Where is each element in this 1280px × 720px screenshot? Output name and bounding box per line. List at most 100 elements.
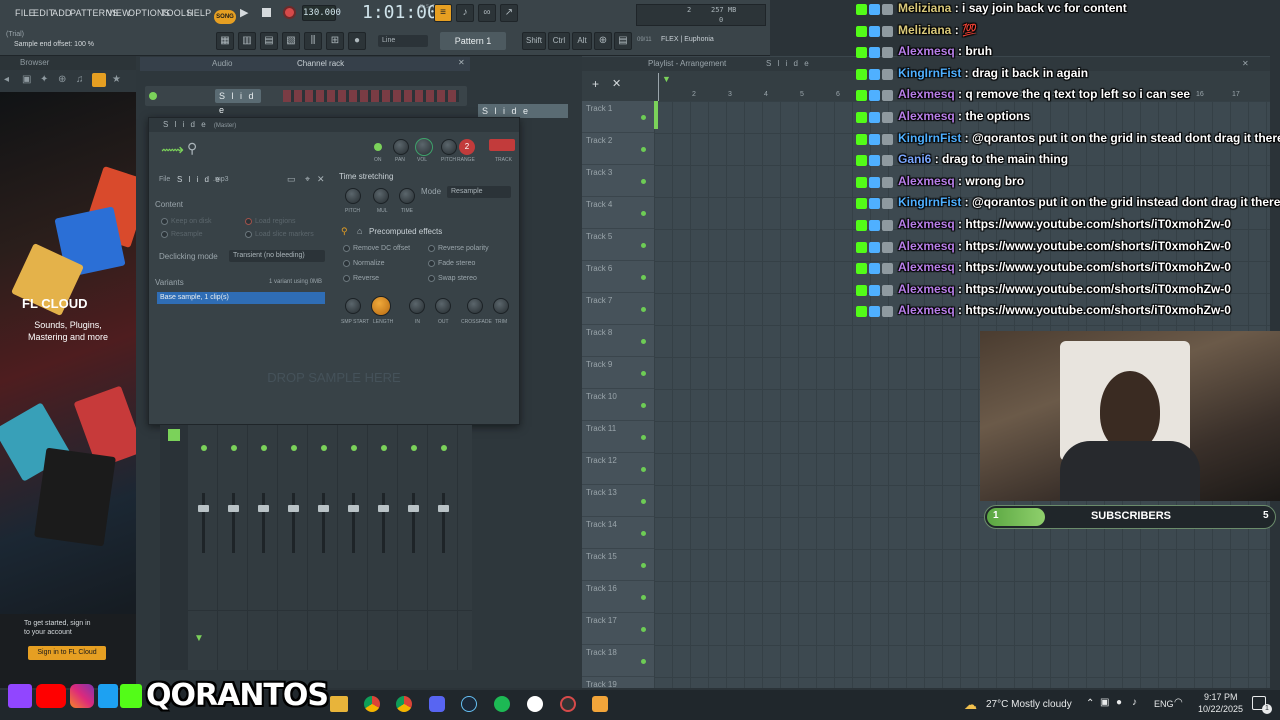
normalize-toggle[interactable] <box>343 260 350 267</box>
fader-handle[interactable] <box>288 505 299 512</box>
chat-username-text[interactable]: Gani6 <box>898 152 931 166</box>
load-slice-markers-toggle[interactable] <box>245 231 252 238</box>
track-header[interactable]: Track 12 <box>582 453 654 485</box>
tray-chevron-icon[interactable]: ⌃ <box>1086 698 1094 709</box>
pitch-knob[interactable] <box>441 139 457 155</box>
track-mute-led[interactable] <box>641 211 646 216</box>
chat-username-text[interactable]: Alexmesq <box>898 174 955 188</box>
chat-username-text[interactable]: Alexmesq <box>898 239 955 253</box>
strip-led[interactable] <box>321 445 327 451</box>
mixer-icon[interactable]: ⫼ <box>304 32 322 50</box>
track-header[interactable]: Track 16 <box>582 581 654 613</box>
ruler-bar-number[interactable]: 6 <box>836 91 840 98</box>
fader-handle[interactable] <box>198 505 209 512</box>
clock-time[interactable]: 9:17 PM <box>1204 692 1238 702</box>
plugins-icon[interactable]: ⊕ <box>58 74 66 85</box>
in-knob[interactable] <box>409 298 425 314</box>
declicking-select[interactable]: Transient (no bleeding) <box>229 250 325 262</box>
obs-icon[interactable] <box>560 696 576 712</box>
chat-username-text[interactable]: Alexmesq <box>898 217 955 231</box>
mixer-strip[interactable] <box>220 425 248 670</box>
browser-icon[interactable]: ▦ <box>216 32 234 50</box>
fader-handle[interactable] <box>258 505 269 512</box>
locate-icon[interactable]: ⌖ <box>305 174 310 185</box>
clock-date[interactable]: 10/22/2025 <box>1198 704 1243 714</box>
discord-icon[interactable] <box>429 696 445 712</box>
mixer-strip[interactable] <box>280 425 308 670</box>
youtube-icon[interactable] <box>36 684 66 708</box>
out-knob[interactable] <box>435 298 451 314</box>
track-header[interactable]: Track 4 <box>582 197 654 229</box>
track-header[interactable]: Track 1 <box>582 101 654 133</box>
channel-rack-icon[interactable]: ▥ <box>238 32 256 50</box>
track-header[interactable]: Track 18 <box>582 645 654 677</box>
arrow-down-icon[interactable]: ▼ <box>194 633 204 644</box>
sounds-icon[interactable]: ♫ <box>76 74 84 85</box>
clip-block[interactable] <box>654 101 658 129</box>
star-icon[interactable]: ★ <box>112 74 121 85</box>
track-mute-led[interactable] <box>641 147 646 152</box>
trim-knob[interactable] <box>493 298 509 314</box>
ruler-bar-number[interactable]: 5 <box>800 91 804 98</box>
chat-username-text[interactable]: Alexmesq <box>898 87 955 101</box>
chat-username-text[interactable]: Alexmesq <box>898 303 955 317</box>
ts-time-knob[interactable] <box>399 188 415 204</box>
track-mute-led[interactable] <box>641 659 646 664</box>
mixer-strip[interactable] <box>250 425 278 670</box>
instagram-icon[interactable] <box>70 684 94 708</box>
ruler-bar-number[interactable]: 4 <box>764 91 768 98</box>
pan-knob[interactable] <box>393 139 409 155</box>
shift-key[interactable]: Shift <box>522 32 546 50</box>
variant-item[interactable]: Base sample, 1 clip(s) <box>157 292 325 304</box>
mixer-strip[interactable] <box>310 425 338 670</box>
chat-username[interactable]: Meliziana : i say join back vc for conte… <box>898 1 1127 15</box>
track-header[interactable]: Track 17 <box>582 613 654 645</box>
cloud-tab-icon[interactable] <box>92 73 106 87</box>
chat-username[interactable]: Alexmesq : https://www.youtube.com/short… <box>898 260 1231 274</box>
track-mute-led[interactable] <box>641 563 646 568</box>
ruler-bar-number[interactable]: 2 <box>692 91 696 98</box>
snap-select[interactable]: Line <box>378 35 428 47</box>
chat-username[interactable]: Alexmesq : the options <box>898 109 1030 123</box>
track-header[interactable]: Track 6 <box>582 261 654 293</box>
camera-icon[interactable]: ▣ <box>1100 697 1109 708</box>
range-value[interactable]: 2 <box>459 139 475 155</box>
track-header[interactable]: Track 2 <box>582 133 654 165</box>
file-explorer-icon[interactable] <box>330 696 348 712</box>
fade-stereo-toggle[interactable] <box>428 260 435 267</box>
chat-username-text[interactable]: Alexmesq <box>898 44 955 58</box>
keep-on-disk-toggle[interactable] <box>161 218 168 225</box>
chat-username[interactable]: Meliziana : 💯 <box>898 23 977 37</box>
menu-file[interactable]: FILE <box>15 8 35 18</box>
online-icon[interactable]: ⊕ <box>594 32 612 50</box>
play-icon[interactable]: ▶ <box>240 6 252 20</box>
track-mute-led[interactable] <box>641 499 646 504</box>
chat-username[interactable]: Alexmesq : https://www.youtube.com/short… <box>898 282 1231 296</box>
time-display[interactable]: 1:01:00 <box>362 3 438 25</box>
twitch-icon[interactable] <box>8 684 32 708</box>
countdown-icon[interactable]: ↗ <box>500 4 518 22</box>
close-icon[interactable]: ✕ <box>458 58 465 67</box>
sample-start-knob[interactable] <box>345 298 361 314</box>
close-icon[interactable]: ✕ <box>612 77 621 90</box>
strip-led[interactable] <box>441 445 447 451</box>
twitter-icon[interactable] <box>98 684 118 708</box>
remove-dc-toggle[interactable] <box>343 245 350 252</box>
reverse-polarity-toggle[interactable] <box>428 245 435 252</box>
chat-username[interactable]: Alexmesq : bruh <box>898 44 992 58</box>
language-indicator[interactable]: ENG <box>1154 699 1174 709</box>
fader-handle[interactable] <box>228 505 239 512</box>
ruler-bar-number[interactable]: 3 <box>728 91 732 98</box>
track-header[interactable]: Track 5 <box>582 229 654 261</box>
chat-username[interactable]: Gani6 : drag to the main thing <box>898 152 1068 166</box>
track-mute-led[interactable] <box>641 179 646 184</box>
track-header[interactable]: Track 14 <box>582 517 654 549</box>
piano-roll-icon[interactable]: ▤ <box>260 32 278 50</box>
mixer-strip[interactable] <box>430 425 458 670</box>
metronome-icon[interactable]: ♪ <box>456 4 474 22</box>
track-header[interactable]: Track 11 <box>582 421 654 453</box>
collapse-icon[interactable]: ◂ <box>4 74 9 85</box>
track-header[interactable]: Track 3 <box>582 165 654 197</box>
ctrl-key[interactable]: Ctrl <box>548 32 570 50</box>
ts-pitch-knob[interactable] <box>345 188 361 204</box>
